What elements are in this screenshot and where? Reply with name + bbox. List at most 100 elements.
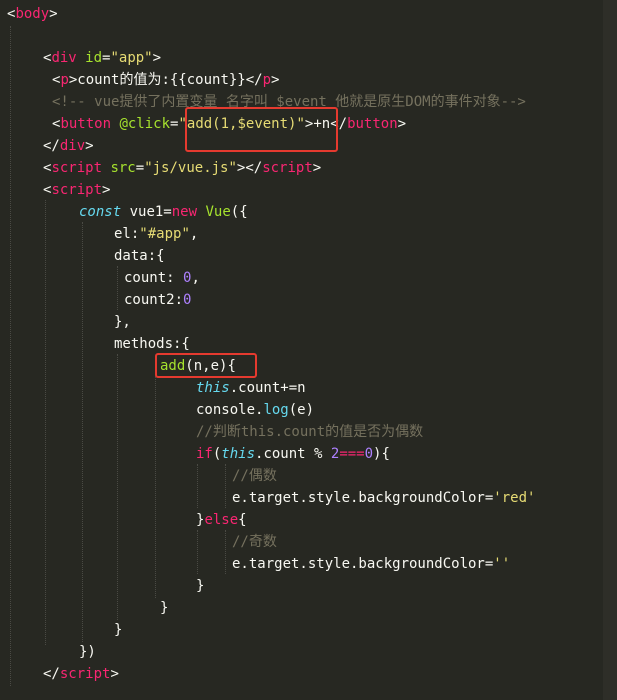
code-token: div — [51, 50, 77, 66]
indent-guide — [10, 26, 11, 686]
code-token: el: — [114, 226, 140, 242]
code-token: </ — [43, 666, 60, 682]
code-token: } — [114, 622, 123, 638]
code-token: src — [110, 160, 136, 176]
code-token: > — [397, 116, 407, 132]
code-line[interactable]: //偶数 — [232, 465, 277, 487]
code-token: { — [238, 512, 247, 528]
code-token: script — [262, 160, 313, 176]
code-token: this — [196, 380, 230, 396]
code-token: new — [171, 204, 198, 220]
code-token: , — [189, 226, 199, 242]
code-token: script — [51, 182, 103, 198]
code-line[interactable]: <script> — [43, 179, 110, 201]
code-token: @click — [119, 116, 171, 132]
indent-guide — [117, 266, 118, 310]
code-token: > — [102, 182, 111, 198]
code-token: (e) — [288, 402, 315, 418]
code-token: this — [221, 446, 256, 462]
code-token: > — [110, 666, 119, 682]
code-line[interactable]: //判断this.count的值是否为偶数 — [196, 421, 423, 443]
code-token: Vue — [205, 204, 231, 220]
code-token: 0 — [364, 446, 374, 462]
code-line[interactable]: count2:0 — [124, 289, 191, 311]
indent-guide — [225, 530, 226, 574]
code-token: body — [15, 6, 50, 22]
code-token: ></ — [236, 160, 263, 176]
code-token: "#app" — [139, 226, 190, 242]
indent-guide — [155, 376, 156, 598]
code-token: methods:{ — [114, 336, 190, 352]
code-token: } — [196, 578, 205, 594]
code-line[interactable]: el:"#app", — [114, 223, 198, 245]
code-token: button — [60, 116, 112, 132]
code-line[interactable]: e.target.style.backgroundColor='red' — [232, 487, 535, 509]
code-token: const — [79, 204, 122, 220]
code-token: </ — [43, 138, 60, 154]
code-token: id — [85, 50, 103, 66]
code-token: 'red' — [493, 490, 536, 506]
code-token: //判断this.count的值是否为偶数 — [196, 424, 424, 440]
code-token: div — [59, 138, 86, 154]
code-token: }) — [79, 644, 96, 660]
code-token: console — [196, 402, 256, 418]
indent-guide — [225, 464, 226, 508]
code-token: >count的值为:{{count}}</ — [68, 72, 263, 88]
code-line[interactable]: }else{ — [196, 509, 247, 531]
code-line[interactable]: <div id="app"> — [43, 47, 161, 69]
code-line[interactable]: } — [160, 597, 168, 619]
code-token: '' — [493, 556, 511, 572]
code-line[interactable]: data:{ — [114, 245, 165, 267]
code-token: > — [312, 160, 322, 176]
code-line[interactable]: count: 0, — [124, 267, 200, 289]
code-line[interactable]: if(this.count % 2===0){ — [196, 443, 390, 465]
code-token: e.target.style.backgroundColor= — [232, 556, 494, 572]
indent-guide — [197, 530, 198, 574]
indent-guide — [197, 464, 198, 508]
indent-guide — [117, 354, 118, 620]
code-editor[interactable]: <body> <div id="app"> <p>count的值为:{{count}… — [0, 0, 617, 700]
code-line[interactable]: //奇数 — [232, 531, 277, 553]
code-token: log — [263, 402, 289, 418]
code-token: //偶数 — [232, 468, 277, 484]
code-token: } — [160, 600, 169, 616]
code-token: , — [191, 270, 200, 286]
code-line[interactable]: console.log(e) — [196, 399, 314, 421]
code-token: p — [60, 72, 69, 88]
highlight-box-click-handler — [185, 107, 338, 152]
code-line[interactable]: }, — [114, 311, 131, 333]
code-token: else — [204, 512, 239, 528]
code-token: vue1= — [121, 204, 172, 220]
code-token: .count+=n — [229, 380, 306, 396]
code-token: //奇数 — [232, 534, 277, 550]
vertical-scrollbar[interactable] — [603, 0, 617, 700]
code-line[interactable]: e.target.style.backgroundColor='' — [232, 553, 510, 575]
code-line[interactable]: const vue1=new Vue({ — [79, 201, 248, 223]
code-line[interactable]: } — [114, 619, 122, 641]
code-token: .count % — [255, 446, 331, 462]
code-line[interactable]: this.count+=n — [196, 377, 306, 399]
code-token: count: — [124, 270, 184, 286]
code-line[interactable]: </div> — [43, 135, 94, 157]
code-line[interactable]: <p>count的值为:{{count}}</p> — [52, 69, 279, 91]
code-token: if — [196, 446, 213, 462]
code-line[interactable]: <script src="js/vue.js"></script> — [43, 157, 321, 179]
code-line[interactable]: <body> — [7, 3, 58, 25]
code-token: e.target.style.backgroundColor= — [232, 490, 494, 506]
code-line[interactable]: methods:{ — [114, 333, 190, 355]
code-token: > — [49, 6, 58, 22]
code-token: > — [152, 50, 162, 66]
code-token: script — [59, 666, 111, 682]
code-line[interactable]: }) — [79, 641, 96, 663]
code-line[interactable]: } — [196, 575, 204, 597]
code-token: script — [51, 160, 103, 176]
code-token: "app" — [110, 50, 153, 66]
code-token: === — [339, 446, 365, 462]
code-token: > — [271, 72, 280, 88]
code-token: }, — [114, 314, 131, 330]
code-token: "js/vue.js" — [144, 160, 237, 176]
code-token: data:{ — [114, 248, 165, 264]
code-line[interactable]: </script> — [43, 663, 119, 685]
code-token: button — [347, 116, 398, 132]
